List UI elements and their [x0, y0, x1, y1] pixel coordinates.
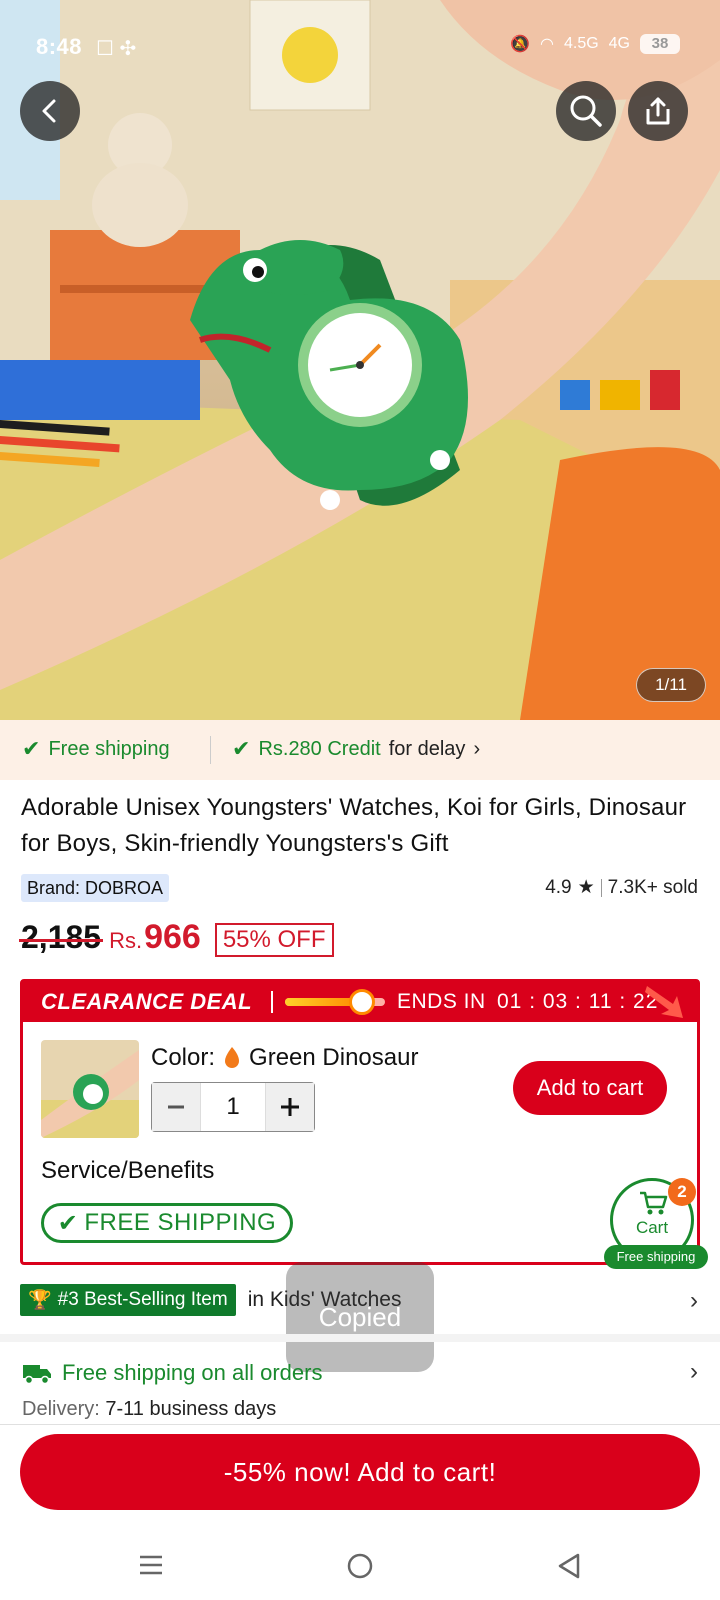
status-time: 8:48 — [36, 34, 83, 59]
check-icon: ✔ — [232, 736, 251, 761]
network-label-2: 4G — [608, 35, 630, 52]
price-row: 2,185 Rs. 966 55% OFF — [18, 918, 334, 962]
chevron-right-icon: › — [473, 737, 481, 760]
product-image[interactable]: 8:48 ☐ ✣ 🔕 ◠ 4.5G 4G 38 1/11 — [0, 0, 720, 720]
trophy-icon: 🏆 — [28, 1290, 52, 1311]
color-value: Green Dinosaur — [249, 1044, 419, 1071]
rating-value: 4.9 — [545, 876, 572, 898]
delay-credit-tag[interactable]: ✔ Rs.280 Credit for delay › — [232, 736, 480, 762]
free-shipping-badge[interactable]: ✔ FREE SHIPPING — [41, 1203, 293, 1243]
deal-title: CLEARANCE DEAL — [41, 989, 253, 1014]
search-icon — [570, 95, 602, 127]
variant-thumbnail[interactable] — [41, 1040, 139, 1138]
color-label: Color: — [151, 1044, 216, 1071]
share-button[interactable] — [628, 81, 688, 141]
currency: Rs. — [109, 928, 143, 953]
truck-icon — [23, 1365, 51, 1385]
back-triangle-icon[interactable] — [556, 1552, 582, 1580]
cart-count-badge: 2 — [668, 1178, 696, 1206]
service-benefits-label: Service/Benefits — [41, 1157, 215, 1184]
home-icon[interactable] — [346, 1552, 374, 1580]
rating-summary[interactable]: 4.9 ★ 7.3K+ sold — [545, 876, 698, 899]
divider — [600, 878, 602, 897]
clock-icon — [349, 989, 375, 1015]
divider — [0, 1424, 720, 1425]
bottom-add-to-cart-button[interactable]: -55% now! Add to cart! — [20, 1434, 700, 1510]
delivery-label: Delivery: — [22, 1398, 100, 1420]
original-price: 2,185 — [18, 919, 104, 955]
chevron-right-icon: › — [690, 1287, 698, 1314]
ends-in-label: ENDS IN — [397, 990, 486, 1013]
cart-icon — [640, 1191, 668, 1215]
minus-icon — [168, 1105, 184, 1109]
clearance-deal-panel: CLEARANCE DEAL ENDS IN 01 : 03 : 11 : 22… — [20, 979, 700, 1265]
status-notification-icons: ☐ ✣ — [96, 38, 137, 60]
status-bar: 8:48 ☐ ✣ 🔕 ◠ 4.5G 4G 38 — [0, 28, 720, 68]
clearance-deal-header: CLEARANCE DEAL ENDS IN 01 : 03 : 11 : 22 — [23, 982, 697, 1022]
section-divider — [0, 1334, 720, 1342]
sold-count: 7.3K+ sold — [607, 876, 698, 898]
shipping-strip[interactable]: ✔ Free shipping ✔ Rs.280 Credit for dela… — [0, 720, 720, 780]
divider — [271, 991, 273, 1013]
divider — [210, 736, 211, 764]
delivery-value: 7-11 business days — [105, 1398, 277, 1420]
status-right-icons: 🔕 ◠ 4.5G 4G 38 — [510, 34, 680, 54]
share-icon — [646, 97, 670, 125]
check-icon: ✔ — [57, 1209, 79, 1237]
variant-image — [41, 1040, 139, 1138]
image-counter: 1/11 — [636, 668, 706, 702]
back-button[interactable] — [20, 81, 80, 141]
shipping-info-row[interactable]: Free shipping on all orders — [22, 1356, 702, 1390]
plus-icon — [281, 1098, 299, 1116]
credit-suffix: for delay — [388, 737, 466, 760]
best-seller-text: #3 Best-Selling Item — [57, 1289, 228, 1310]
brand-tag[interactable]: Brand: DOBROA — [21, 874, 170, 902]
flame-icon — [225, 1047, 240, 1068]
increase-quantity-button[interactable] — [266, 1083, 314, 1131]
current-price: 966 — [144, 918, 201, 956]
system-navigation-bar — [0, 1530, 720, 1600]
credit-amount: Rs.280 Credit — [258, 737, 381, 760]
discount-badge: 55% OFF — [214, 923, 334, 957]
decrease-quantity-button[interactable] — [152, 1083, 200, 1131]
add-to-cart-button[interactable]: Add to cart — [513, 1061, 667, 1115]
chevron-right-icon: › — [690, 1358, 698, 1385]
chevron-left-icon — [42, 99, 56, 123]
quantity-value[interactable]: 1 — [200, 1083, 266, 1131]
search-button[interactable] — [556, 81, 616, 141]
arrow-down-right-icon — [645, 986, 683, 1018]
mute-icon: 🔕 — [510, 36, 530, 53]
free-shipping-tag: ✔ Free shipping — [22, 736, 170, 762]
network-label: 4.5G — [563, 35, 599, 52]
battery-icon: 38 — [640, 34, 680, 54]
check-icon: ✔ — [22, 736, 41, 761]
free-shipping-text: Free shipping — [48, 737, 170, 760]
star-icon: ★ — [577, 877, 595, 898]
best-seller-badge: 🏆 #3 Best-Selling Item — [20, 1284, 236, 1316]
quantity-stepper[interactable]: 1 — [151, 1082, 315, 1132]
menu-icon[interactable] — [138, 1552, 164, 1578]
cart-free-shipping-tag: Free shipping — [604, 1245, 708, 1269]
shipping-info-title: Free shipping on all orders — [62, 1360, 323, 1385]
product-title: Adorable Unisex Youngsters' Watches, Koi… — [21, 794, 687, 857]
wifi-icon: ◠ — [540, 36, 554, 53]
free-shipping-badge-text: FREE SHIPPING — [84, 1209, 277, 1236]
cart-label: Cart — [635, 1218, 669, 1237]
delivery-info: Delivery: 7-11 business days — [22, 1398, 276, 1421]
color-selector[interactable]: Color: Green Dinosaur — [151, 1044, 418, 1072]
countdown-timer: 01 : 03 : 11 : 22 — [497, 990, 659, 1013]
